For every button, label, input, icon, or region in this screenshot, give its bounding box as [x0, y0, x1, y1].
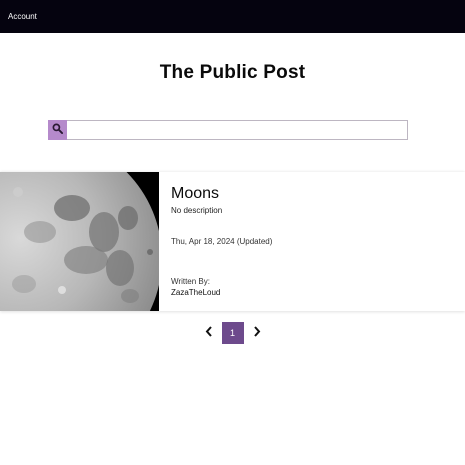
post-author[interactable]: ZazaTheLoud — [171, 288, 220, 297]
post-card[interactable]: Moons No description Thu, Apr 18, 2024 (… — [0, 172, 465, 311]
post-description: No description — [171, 206, 223, 215]
next-page-button[interactable] — [250, 322, 264, 344]
search-input[interactable] — [67, 120, 408, 140]
search-button[interactable] — [48, 120, 67, 140]
written-by-label: Written By: — [171, 277, 210, 286]
chevron-left-icon — [205, 324, 213, 342]
search-bar — [48, 120, 408, 140]
prev-page-button[interactable] — [202, 322, 216, 344]
chevron-right-icon — [253, 324, 261, 342]
page-number-current[interactable]: 1 — [221, 322, 244, 344]
post-date: Thu, Apr 18, 2024 (Updated) — [171, 237, 273, 246]
post-card-body: Moons No description Thu, Apr 18, 2024 (… — [159, 172, 465, 311]
post-thumbnail-moon-image — [0, 172, 159, 311]
post-title[interactable]: Moons — [171, 185, 219, 203]
pagination: 1 — [0, 322, 465, 344]
account-link[interactable]: Account — [8, 12, 37, 21]
page-title: The Public Post — [159, 62, 306, 83]
search-icon — [52, 121, 63, 139]
top-nav-bar: Account — [0, 0, 465, 33]
